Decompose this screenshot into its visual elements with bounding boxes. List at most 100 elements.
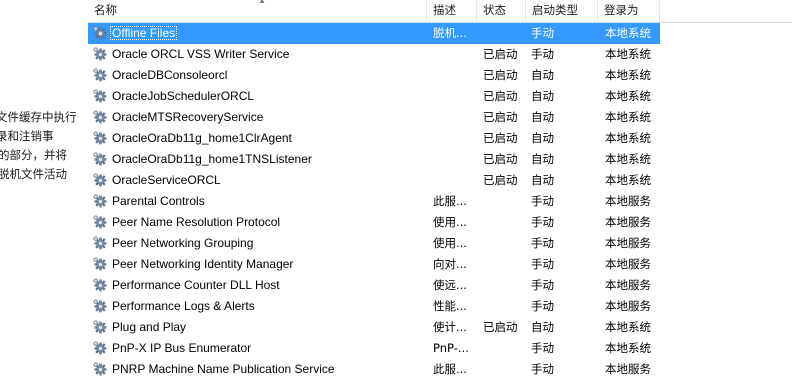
service-row[interactable]: Performance Counter DLL Host 使远... 手动 本地服务 xyxy=(88,275,792,296)
column-header-description[interactable]: 描述 xyxy=(427,0,477,22)
service-row[interactable]: OracleJobSchedulerORCL 已启动 自动 本地系统 xyxy=(88,86,792,107)
service-name-cell[interactable]: OracleMTSRecoveryService xyxy=(88,107,427,128)
service-row[interactable]: Peer Networking Grouping 使用... 手动 本地服务 xyxy=(88,233,792,254)
service-name: Performance Counter DLL Host xyxy=(112,278,280,292)
service-row[interactable]: PNRP Machine Name Publication Service 此服.… xyxy=(88,359,792,380)
service-log-on-as: 本地系统 xyxy=(605,152,651,166)
description-line: 录和注销事 xyxy=(0,129,54,143)
service-name-cell[interactable]: Peer Name Resolution Protocol xyxy=(88,212,427,233)
service-name-cell[interactable]: OracleOraDb11g_home1TNSListener xyxy=(88,149,427,170)
service-status xyxy=(477,23,526,44)
column-header-name[interactable]: 名称 xyxy=(88,0,427,22)
description-line: 脱机文件活动 xyxy=(0,167,67,181)
service-startup-type: 自动 xyxy=(531,173,554,187)
service-row[interactable]: OracleMTSRecoveryService 已启动 自动 本地系统 xyxy=(88,107,792,128)
service-name-cell[interactable]: OracleJobSchedulerORCL xyxy=(88,86,427,107)
service-log-on-as: 本地系统 xyxy=(605,47,651,61)
service-description: 使用... xyxy=(433,236,467,250)
service-name-cell[interactable]: Plug and Play xyxy=(88,317,427,338)
service-status: 已启动 xyxy=(483,47,518,61)
service-startup-type: 手动 xyxy=(531,47,554,61)
service-name-cell[interactable]: PNRP Machine Name Publication Service xyxy=(88,359,427,380)
service-name: Offline Files xyxy=(110,26,178,40)
service-name: OracleOraDb11g_home1TNSListener xyxy=(112,152,312,166)
service-status xyxy=(477,338,526,359)
service-log-on-as: 本地系统 xyxy=(598,23,660,44)
service-description: 脱机... xyxy=(427,23,477,44)
gear-icon xyxy=(92,256,107,271)
service-description-pane: 文件缓存中执行 录和注销事 的部分，并将 脱机文件活动 xyxy=(0,108,80,184)
service-row[interactable]: Performance Logs & Alerts 性能... 手动 本地服务 xyxy=(88,296,792,317)
service-name-cell[interactable]: Performance Counter DLL Host xyxy=(88,275,427,296)
service-log-on-as: 本地系统 xyxy=(605,320,651,334)
service-name-cell[interactable]: PnP-X IP Bus Enumerator xyxy=(88,338,427,359)
service-row[interactable]: Peer Networking Identity Manager 向对... 手动 本… xyxy=(88,254,792,275)
service-name-cell[interactable]: OracleDBConsoleorcl xyxy=(88,65,427,86)
gear-icon xyxy=(92,319,107,334)
service-name-cell[interactable]: OracleServiceORCL xyxy=(88,170,427,191)
column-header-log-on-as[interactable]: 登录为 xyxy=(598,0,660,22)
service-status: 已启动 xyxy=(483,320,518,334)
service-name-cell[interactable]: Oracle ORCL VSS Writer Service xyxy=(88,44,427,65)
service-row[interactable]: Parental Controls 此服... 手动 本地服务 xyxy=(88,191,792,212)
services-window: 文件缓存中执行 录和注销事 的部分，并将 脱机文件活动 ▲ 名称 描述 状态 启… xyxy=(0,0,792,385)
gear-icon xyxy=(92,361,107,376)
column-header-status[interactable]: 状态 xyxy=(477,0,526,22)
service-description: PnP-... xyxy=(433,341,469,355)
service-log-on-as: 本地服务 xyxy=(605,362,651,376)
service-name-cell[interactable]: Peer Networking Identity Manager xyxy=(88,254,427,275)
gear-icon xyxy=(92,109,107,124)
service-startup-type: 手动 xyxy=(526,23,598,44)
service-log-on-as: 本地系统 xyxy=(605,68,651,82)
service-description xyxy=(427,107,477,128)
service-row[interactable]: OracleServiceORCL 已启动 自动 本地系统 xyxy=(88,170,792,191)
gear-icon xyxy=(92,151,107,166)
service-status: 已启动 xyxy=(483,68,518,82)
service-name: OracleOraDb11g_home1ClrAgent xyxy=(112,131,292,145)
service-startup-type: 自动 xyxy=(531,68,554,82)
table-body: Offline Files 脱机... 手动 本地系统 Oracle ORCL VSS … xyxy=(88,23,792,380)
gear-icon xyxy=(92,172,107,187)
service-status xyxy=(477,233,526,254)
table-header: ▲ 名称 描述 状态 启动类型 登录为 xyxy=(88,0,792,23)
description-line: 文件缓存中执行 xyxy=(0,110,77,124)
service-startup-type: 手动 xyxy=(531,257,554,271)
service-row[interactable]: OracleDBConsoleorcl 已启动 自动 本地系统 xyxy=(88,65,792,86)
service-startup-type: 自动 xyxy=(531,152,554,166)
service-row[interactable]: Peer Name Resolution Protocol 使用... 手动 本地服务 xyxy=(88,212,792,233)
service-log-on-as: 本地系统 xyxy=(605,131,651,145)
service-name-cell[interactable]: Parental Controls xyxy=(88,191,427,212)
service-name: Parental Controls xyxy=(112,194,205,208)
gear-icon xyxy=(92,46,107,61)
service-row[interactable]: OracleOraDb11g_home1TNSListener 已启动 自动 本地系统 xyxy=(88,149,792,170)
service-row[interactable]: Oracle ORCL VSS Writer Service 已启动 手动 本地系统 xyxy=(88,44,792,65)
service-row[interactable]: OracleOraDb11g_home1ClrAgent 已启动 自动 本地系统 xyxy=(88,128,792,149)
service-name-cell[interactable]: Performance Logs & Alerts xyxy=(88,296,427,317)
gear-icon xyxy=(92,235,107,250)
service-row[interactable]: Plug and Play 使计... 已启动 自动 本地系统 xyxy=(88,317,792,338)
service-description xyxy=(427,86,477,107)
service-row[interactable]: Offline Files 脱机... 手动 本地系统 xyxy=(88,23,792,44)
service-status: 已启动 xyxy=(483,152,518,166)
service-status: 已启动 xyxy=(483,131,518,145)
service-log-on-as: 本地系统 xyxy=(605,173,651,187)
service-name: Performance Logs & Alerts xyxy=(112,299,255,313)
service-log-on-as: 本地系统 xyxy=(605,89,651,103)
service-description: 使计... xyxy=(433,320,467,334)
column-header-startup-type[interactable]: 启动类型 xyxy=(526,0,598,22)
gear-icon xyxy=(92,193,107,208)
service-name-cell[interactable]: Offline Files xyxy=(88,23,427,44)
service-description xyxy=(427,65,477,86)
service-description: 使远... xyxy=(433,278,467,292)
service-status xyxy=(477,275,526,296)
service-log-on-as: 本地服务 xyxy=(605,299,651,313)
service-name-cell[interactable]: OracleOraDb11g_home1ClrAgent xyxy=(88,128,427,149)
service-row[interactable]: PnP-X IP Bus Enumerator PnP-... 手动 本地系统 xyxy=(88,338,792,359)
service-name-cell[interactable]: Peer Networking Grouping xyxy=(88,233,427,254)
service-description xyxy=(427,170,477,191)
service-log-on-as: 本地服务 xyxy=(605,194,651,208)
service-name: Peer Name Resolution Protocol xyxy=(112,215,281,229)
service-name: PnP-X IP Bus Enumerator xyxy=(112,341,252,355)
gear-icon xyxy=(92,214,107,229)
service-description: 此服... xyxy=(433,362,467,376)
